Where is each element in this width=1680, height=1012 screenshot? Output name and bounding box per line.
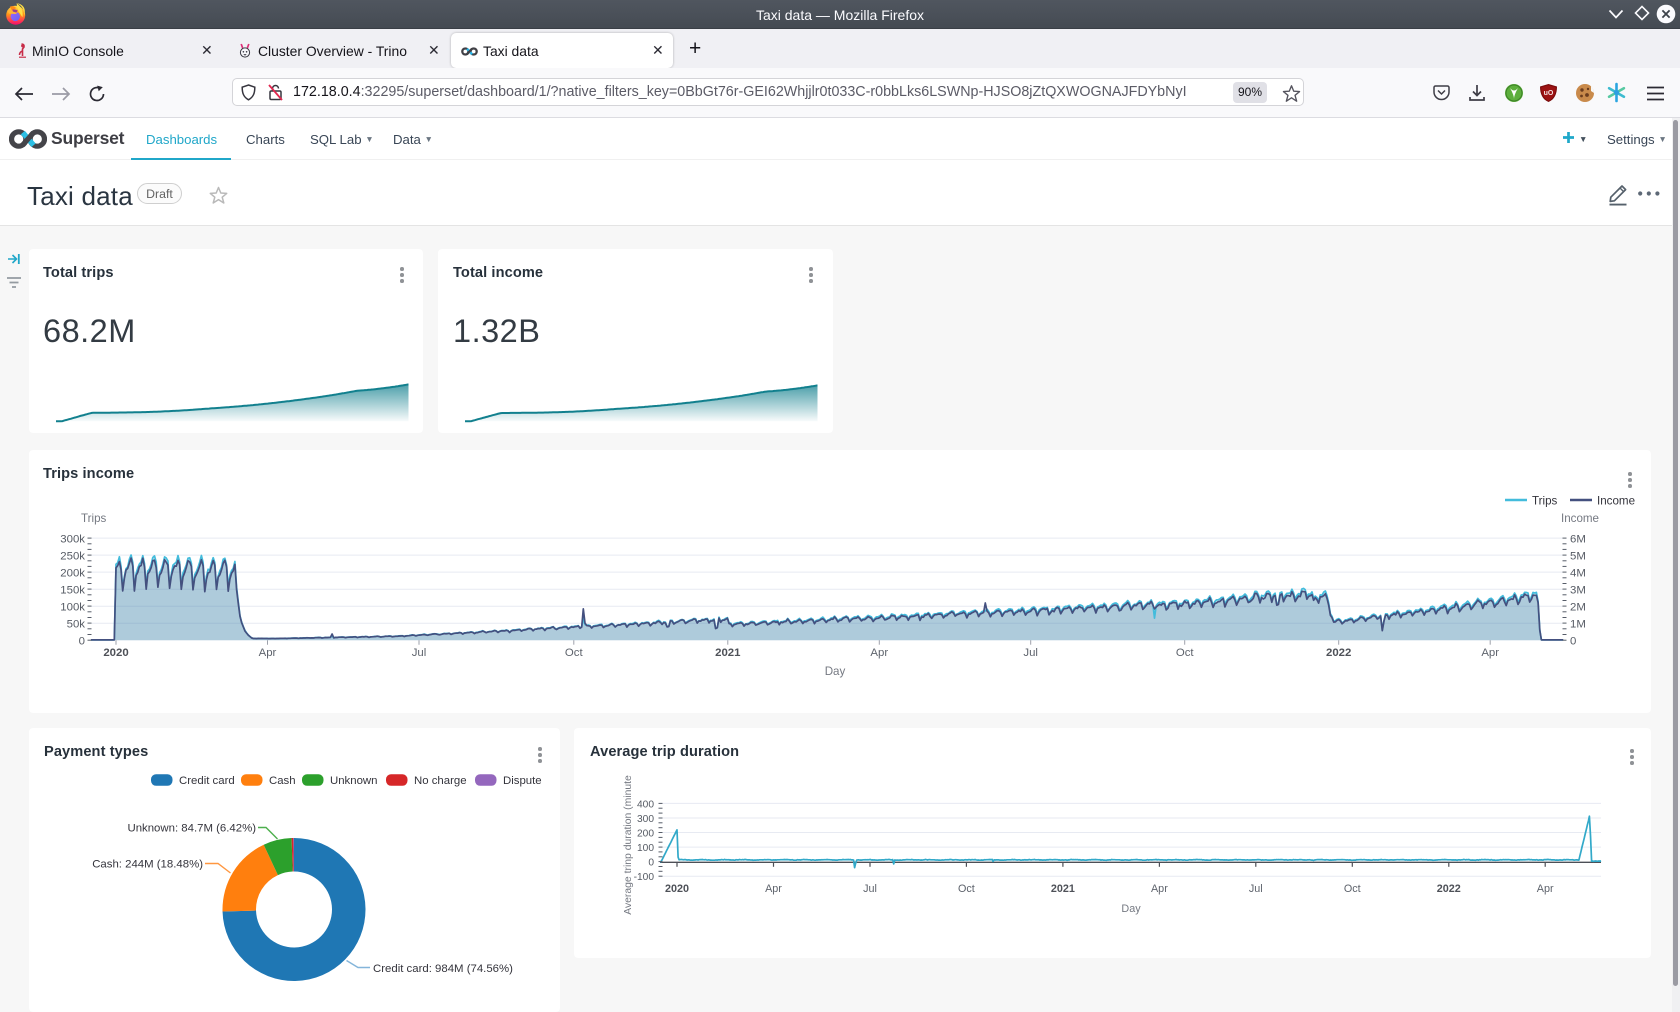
svg-text:Trips: Trips xyxy=(81,512,107,525)
svg-text:3M: 3M xyxy=(1570,585,1586,597)
svg-text:4M: 4M xyxy=(1570,568,1586,580)
svg-text:Apr: Apr xyxy=(1151,883,1168,895)
svg-text:Trips: Trips xyxy=(1532,495,1558,508)
svg-text:Day: Day xyxy=(1121,903,1141,915)
svg-text:Jul: Jul xyxy=(1249,883,1263,895)
svg-text:2020: 2020 xyxy=(665,883,689,895)
svg-text:50k: 50k xyxy=(67,619,86,631)
svg-text:Unknown: 84.7M (6.42%): Unknown: 84.7M (6.42%) xyxy=(127,823,256,835)
svg-text:Jul: Jul xyxy=(1023,647,1038,659)
svg-text:Average trinp duration (minute: Average trinp duration (minute xyxy=(623,775,634,915)
svg-text:Oct: Oct xyxy=(1176,647,1195,659)
svg-text:6M: 6M xyxy=(1570,534,1586,546)
svg-text:0: 0 xyxy=(79,636,85,648)
svg-text:2M: 2M xyxy=(1570,602,1586,614)
svg-text:Cash: Cash xyxy=(269,775,296,787)
svg-text:100k: 100k xyxy=(60,602,85,614)
svg-text:Apr: Apr xyxy=(1537,883,1554,895)
svg-text:2021: 2021 xyxy=(1051,883,1075,895)
svg-text:uO: uO xyxy=(1544,90,1554,97)
svg-text:Apr: Apr xyxy=(259,647,277,659)
svg-text:Apr: Apr xyxy=(765,883,782,895)
svg-text:Credit card: Credit card xyxy=(179,775,235,787)
svg-text:2022: 2022 xyxy=(1326,647,1351,659)
svg-text:Jul: Jul xyxy=(863,883,877,895)
svg-text:Oct: Oct xyxy=(565,647,584,659)
svg-text:No charge: No charge xyxy=(414,775,467,787)
svg-text:Apr: Apr xyxy=(870,647,888,659)
svg-text:Dispute: Dispute xyxy=(503,775,542,787)
svg-text:0: 0 xyxy=(648,858,654,869)
svg-text:Oct: Oct xyxy=(1344,883,1361,895)
svg-text:Oct: Oct xyxy=(958,883,975,895)
svg-text:Income: Income xyxy=(1597,495,1635,508)
svg-text:300k: 300k xyxy=(60,534,85,546)
svg-text:200: 200 xyxy=(637,829,654,840)
svg-text:250k: 250k xyxy=(60,551,85,563)
svg-text:300: 300 xyxy=(637,814,654,825)
svg-text:2021: 2021 xyxy=(715,647,741,659)
svg-text:Cash: 244M (18.48%): Cash: 244M (18.48%) xyxy=(92,859,203,871)
svg-text:150k: 150k xyxy=(60,585,85,597)
svg-text:1M: 1M xyxy=(1570,619,1586,631)
svg-text:2020: 2020 xyxy=(103,647,128,659)
svg-text:100: 100 xyxy=(637,843,654,854)
svg-text:-100: -100 xyxy=(634,872,655,883)
svg-text:Credit card: 984M (74.56%): Credit card: 984M (74.56%) xyxy=(373,963,513,975)
svg-text:0: 0 xyxy=(1570,636,1576,648)
svg-text:5M: 5M xyxy=(1570,551,1586,563)
svg-text:Income: Income xyxy=(1561,512,1599,525)
svg-text:200k: 200k xyxy=(60,568,85,580)
svg-text:2022: 2022 xyxy=(1437,883,1461,895)
svg-text:400: 400 xyxy=(637,799,654,810)
svg-text:Day: Day xyxy=(825,665,846,678)
svg-text:Apr: Apr xyxy=(1481,647,1499,659)
svg-text:Unknown: Unknown xyxy=(330,775,378,787)
svg-text:Jul: Jul xyxy=(412,647,427,659)
